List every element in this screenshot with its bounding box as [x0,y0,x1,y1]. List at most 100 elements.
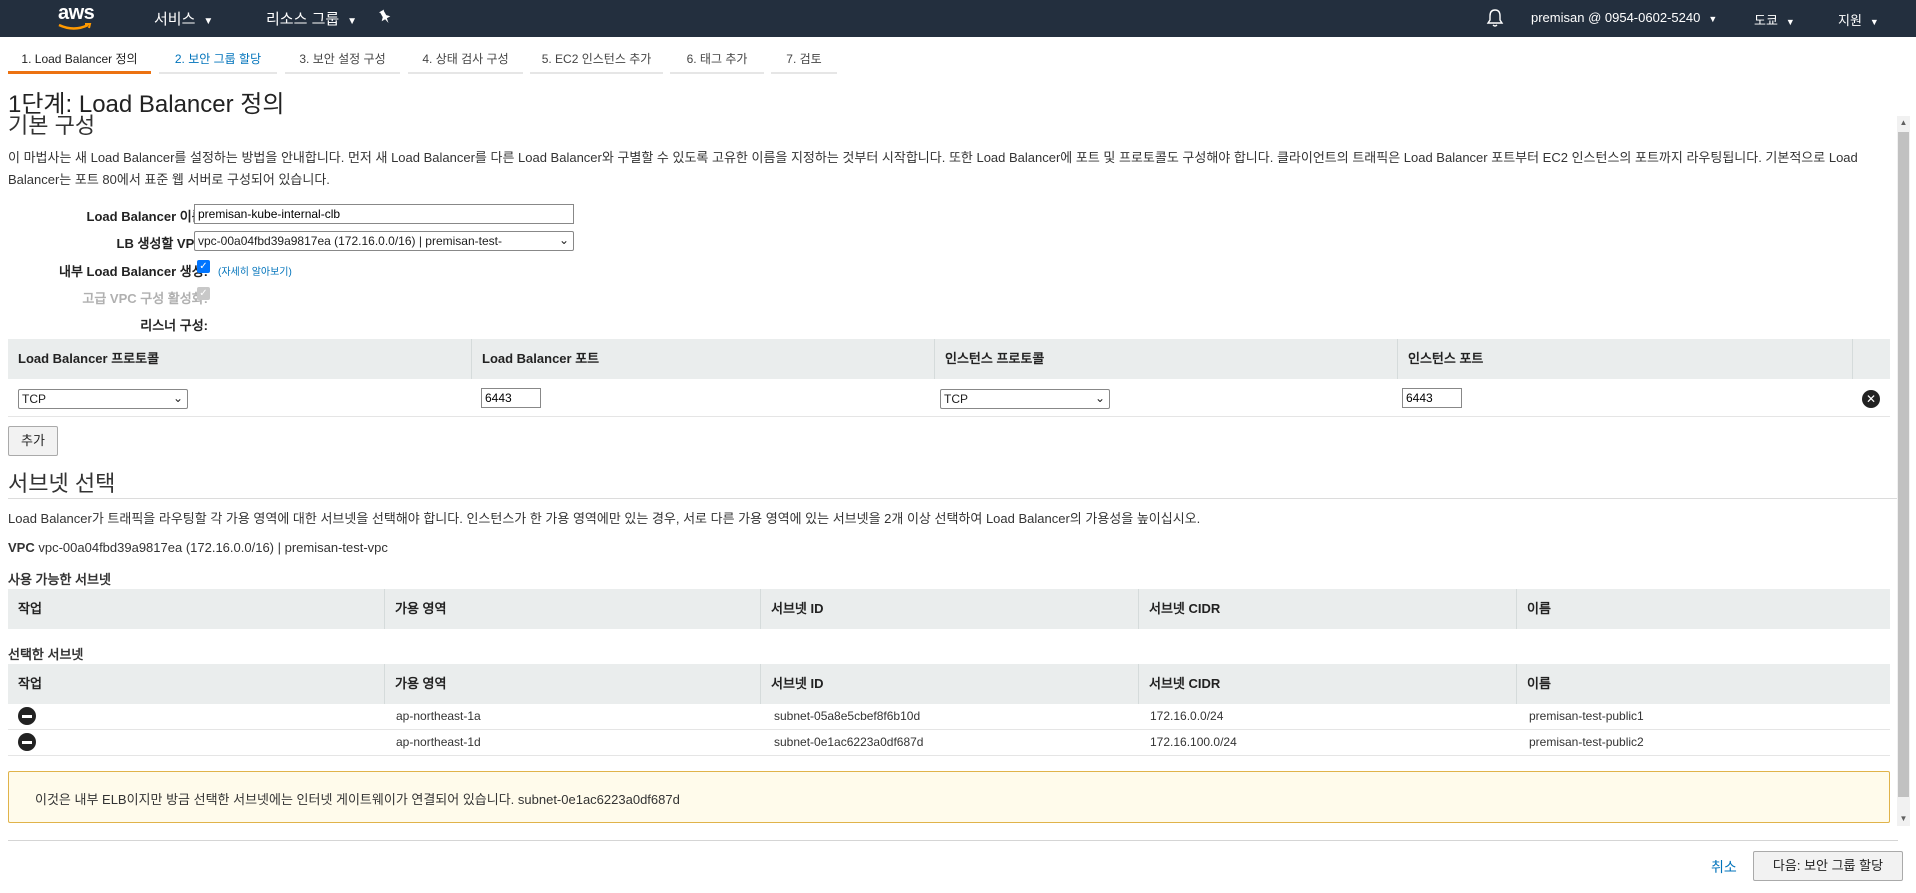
vertical-scrollbar[interactable]: ▲ ▼ [1897,116,1910,826]
available-subnets-title: 사용 가능한 서브넷 [8,572,111,587]
warning-text: 이것은 내부 ELB이지만 방금 선택한 서브넷에는 인터넷 게이트웨이가 연결… [35,792,680,807]
learn-more-link[interactable]: (자세히 알아보기) [218,263,292,278]
support-menu[interactable]: 지원 ▼ [1838,10,1879,29]
available-header-action: 작업 [18,601,42,616]
selected-header-az: 가용 영역 [384,664,760,704]
available-subnets-header: 작업 가용 영역 서브넷 ID 서브넷 CIDR 이름 [8,589,1890,629]
vpc-info-value: vpc-00a04fbd39a9817ea (172.16.0.0/16) | … [38,540,388,555]
tab-review[interactable]: 7. 검토 [771,44,837,74]
divider [8,416,1890,417]
lb-name-label: Load Balancer 이름: [86,209,208,224]
chevron-down-icon: ▼ [1869,17,1879,27]
services-menu[interactable]: 서비스 ▼ [154,8,213,29]
subnet-id: subnet-05a8e5cbef8f6b10d [774,709,921,723]
selected-subnets-title: 선택한 서브넷 [8,647,84,662]
support-label: 지원 [1838,13,1862,28]
chevron-down-icon: ▼ [203,16,214,27]
subnet-description: Load Balancer가 트래픽을 라우팅할 각 가용 영역에 대한 서브넷… [8,511,1201,526]
account-label: premisan @ 0954-0602-5240 [1531,10,1701,25]
subnet-az: ap-northeast-1d [396,735,481,749]
subnet-name: premisan-test-public2 [1529,735,1644,749]
listener-header-lb-protocol: Load Balancer 프로토콜 [18,351,160,366]
aws-logo[interactable]: aws [56,2,104,34]
resource-groups-label: 리소스 그룹 [266,11,340,28]
tab-define-load-balancer[interactable]: 1. Load Balancer 정의 [8,44,151,74]
subnet-cidr: 172.16.0.0/24 [1150,709,1224,723]
lb-protocol-value: TCP [22,392,46,406]
listener-config-label: 리스너 구성: [140,318,208,333]
subnet-id: subnet-0e1ac6223a0df687d [774,735,924,749]
tab-assign-security-groups[interactable]: 2. 보안 그룹 할당 [159,44,277,74]
account-menu[interactable]: premisan @ 0954-0602-5240 ▼ [1531,10,1717,25]
footer-divider [8,840,1898,841]
chevron-down-icon: ⌄ [1094,391,1105,405]
vpc-select[interactable]: vpc-00a04fbd39a9817ea (172.16.0.0/16) | … [194,231,574,251]
divider [8,498,1898,499]
aws-logo-text: aws [58,2,95,24]
listener-header-instance-port: 인스턴스 포트 [1397,339,1860,379]
instance-protocol-select[interactable]: TCP ⌄ [940,389,1110,409]
pin-icon[interactable] [378,9,392,25]
listener-table-header: Load Balancer 프로토콜 Load Balancer 포트 인스턴스… [8,339,1890,379]
selected-header-cidr: 서브넷 CIDR [1138,664,1516,704]
vpc-info-label: VPC [8,540,35,555]
lb-protocol-select[interactable]: TCP ⌄ [18,389,188,409]
vpc-info: VPC vpc-00a04fbd39a9817ea (172.16.0.0/16… [8,540,388,555]
advanced-vpc-label: 고급 VPC 구성 활성화: [82,291,208,306]
cancel-link[interactable]: 취소 [1711,857,1737,877]
remove-subnet-icon[interactable] [18,733,36,751]
selected-subnets-header: 작업 가용 영역 서브넷 ID 서브넷 CIDR 이름 [8,664,1890,704]
page-description: 이 마법사는 새 Load Balancer를 설정하는 방법을 안내합니다. … [8,150,1858,187]
lb-port-input[interactable] [481,388,541,408]
scrollbar-thumb[interactable] [1898,132,1909,797]
selected-header-name: 이름 [1516,664,1890,704]
listener-header-action [1852,339,1890,379]
services-label: 서비스 [154,11,196,28]
chevron-down-icon: ⌄ [172,391,183,405]
remove-subnet-icon[interactable] [18,707,36,725]
chevron-down-icon: ⌄ [558,233,569,247]
aws-smile-icon [58,23,92,30]
scroll-down-icon[interactable]: ▼ [1897,812,1910,826]
available-header-az: 가용 영역 [384,589,760,629]
region-label: 도쿄 [1754,13,1778,28]
internal-lb-checkbox[interactable]: ✓ [197,260,210,273]
listener-header-instance-protocol: 인스턴스 프로토콜 [934,339,1397,379]
resource-groups-menu[interactable]: 리소스 그룹 ▼ [266,8,357,29]
bell-icon[interactable] [1486,8,1504,28]
selected-header-subnet-id: 서브넷 ID [760,664,1138,704]
top-navigation-bar: aws 서비스 ▼ 리소스 그룹 ▼ premisan @ 0954-0602-52… [0,0,1916,37]
subnet-section-title: 서브넷 선택 [8,471,116,496]
chevron-down-icon: ▼ [347,16,358,27]
subnet-az: ap-northeast-1a [396,709,481,723]
divider [8,755,1890,756]
tab-add-ec2-instances[interactable]: 5. EC2 인스턴스 추가 [530,44,663,74]
page-subtitle: 기본 구성 [8,113,96,138]
divider [8,729,1890,730]
scroll-up-icon[interactable]: ▲ [1897,116,1910,130]
tab-add-tags[interactable]: 6. 태그 추가 [670,44,764,74]
instance-protocol-value: TCP [944,392,968,406]
vpc-select-value: vpc-00a04fbd39a9817ea (172.16.0.0/16) | … [198,234,502,248]
selected-header-action: 작업 [18,676,42,691]
next-button[interactable]: 다음: 보안 그룹 할당 [1753,851,1903,881]
instance-port-input[interactable] [1402,388,1462,408]
advanced-vpc-checkbox: ✓ [197,287,210,300]
tab-configure-security-settings[interactable]: 3. 보안 설정 구성 [285,44,400,74]
available-header-cidr: 서브넷 CIDR [1138,589,1516,629]
available-header-name: 이름 [1516,589,1890,629]
listener-header-lb-port: Load Balancer 포트 [471,339,934,379]
warning-alert: 이것은 내부 ELB이지만 방금 선택한 서브넷에는 인터넷 게이트웨이가 연결… [8,771,1890,823]
lb-name-input[interactable] [194,204,574,224]
vpc-label: LB 생성할 VPC: [116,236,209,251]
tab-configure-health-check[interactable]: 4. 상태 검사 구성 [408,44,523,74]
subnet-cidr: 172.16.100.0/24 [1150,735,1237,749]
available-header-subnet-id: 서브넷 ID [760,589,1138,629]
chevron-down-icon: ▼ [1708,14,1718,24]
remove-listener-icon[interactable]: ✕ [1862,390,1880,408]
chevron-down-icon: ▼ [1785,17,1795,27]
region-menu[interactable]: 도쿄 ▼ [1754,10,1795,29]
internal-lb-label: 내부 Load Balancer 생성: [59,264,208,279]
add-listener-button[interactable]: 추가 [8,426,58,456]
subnet-name: premisan-test-public1 [1529,709,1644,723]
